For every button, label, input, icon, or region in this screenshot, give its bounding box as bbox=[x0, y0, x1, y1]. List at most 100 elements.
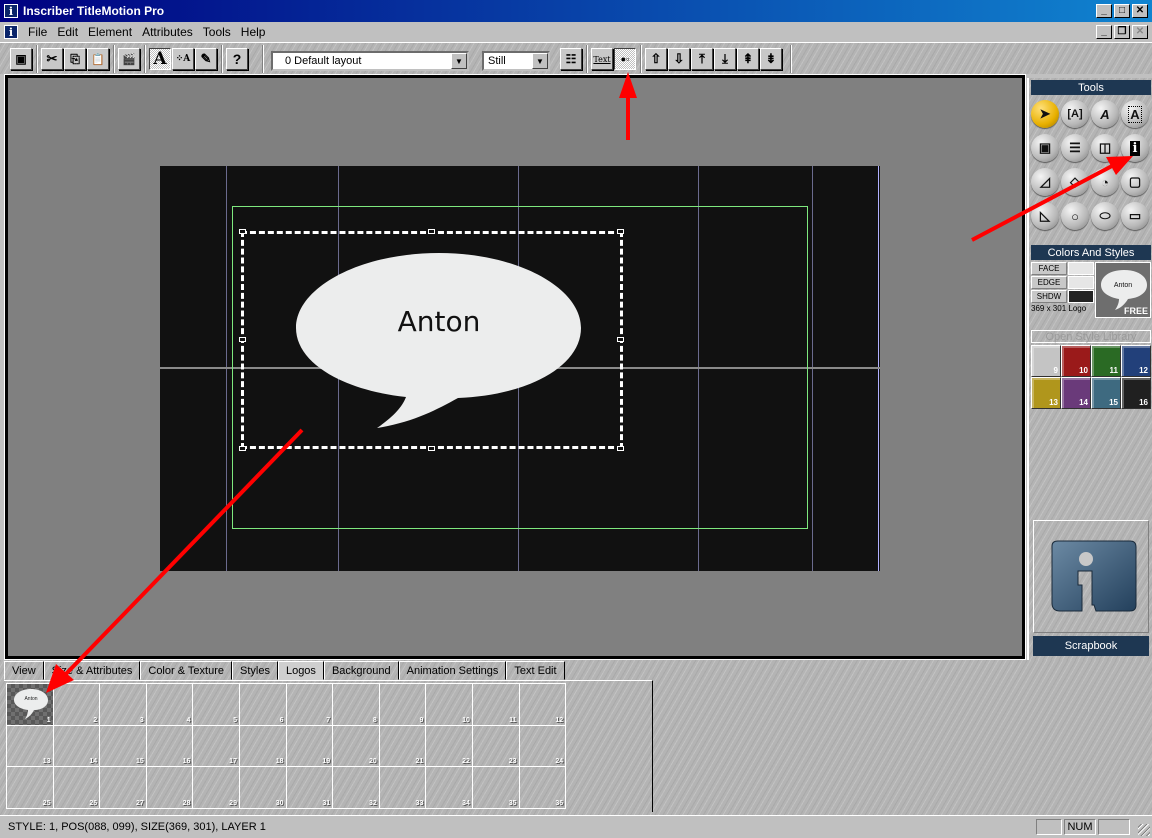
shape-mode-button[interactable]: ●▫ bbox=[614, 48, 636, 70]
tool-polygon[interactable]: ◇ bbox=[1061, 168, 1089, 196]
logo-slot[interactable]: 2 bbox=[53, 684, 101, 726]
edge-color-swatch[interactable] bbox=[1068, 276, 1094, 289]
tool-quarter-shape[interactable]: ◺ bbox=[1031, 202, 1059, 230]
menu-edit[interactable]: Edit bbox=[52, 25, 83, 39]
style-swatch[interactable]: 15 bbox=[1091, 377, 1121, 409]
style-swatch[interactable]: 13 bbox=[1031, 377, 1061, 409]
logo-slot[interactable]: 26 bbox=[53, 767, 101, 809]
logo-slot[interactable]: 4 bbox=[146, 684, 194, 726]
tool-select[interactable]: ➤ bbox=[1031, 100, 1059, 128]
logo-slot[interactable]: 30 bbox=[239, 767, 287, 809]
tool-pie[interactable]: ◔ bbox=[1091, 168, 1119, 196]
brush-button[interactable]: ✎ bbox=[195, 48, 217, 70]
edge-label[interactable]: EDGE bbox=[1031, 276, 1067, 289]
minimize-button[interactable]: _ bbox=[1096, 4, 1112, 18]
face-label[interactable]: FACE bbox=[1031, 262, 1067, 275]
logo-slot[interactable]: 23 bbox=[472, 725, 520, 767]
resize-handle[interactable] bbox=[617, 337, 624, 342]
logo-slot[interactable]: 12 bbox=[519, 684, 567, 726]
canvas-stage[interactable]: Anton bbox=[160, 166, 880, 571]
logo-slot[interactable]: Anton 1 bbox=[7, 684, 54, 726]
logo-slot[interactable]: 32 bbox=[333, 767, 380, 809]
save-button[interactable]: ▣ bbox=[10, 48, 32, 70]
style-preview[interactable]: Anton FREE bbox=[1095, 262, 1151, 318]
cut-button[interactable]: ✂ bbox=[41, 48, 63, 70]
logo-slot[interactable]: 10 bbox=[426, 684, 473, 726]
menu-help[interactable]: Help bbox=[236, 25, 271, 39]
help-button[interactable]: ? bbox=[226, 48, 248, 70]
resize-handle[interactable] bbox=[239, 446, 246, 451]
logo-slot[interactable]: 8 bbox=[333, 684, 380, 726]
tool-text-on-path[interactable]: A bbox=[1091, 100, 1119, 128]
logo-slot[interactable]: 31 bbox=[286, 767, 334, 809]
style-swatch[interactable]: 11 bbox=[1091, 345, 1121, 377]
menu-tools[interactable]: Tools bbox=[198, 25, 236, 39]
text-path-button[interactable]: ⁘A bbox=[172, 48, 194, 70]
resize-handle[interactable] bbox=[239, 337, 246, 342]
resize-grip[interactable] bbox=[1138, 824, 1150, 836]
logo-slot[interactable]: 25 bbox=[7, 767, 54, 809]
close-button[interactable]: ✕ bbox=[1132, 4, 1148, 18]
tab-text-edit[interactable]: Text Edit bbox=[506, 661, 565, 680]
maximize-button[interactable]: □ bbox=[1114, 4, 1130, 18]
copy-button[interactable]: ⎘ bbox=[64, 48, 86, 70]
mdi-restore-button[interactable]: ❐ bbox=[1114, 25, 1130, 39]
logo-slot[interactable]: 22 bbox=[426, 725, 473, 767]
tab-color-texture[interactable]: Color & Texture bbox=[140, 661, 232, 680]
chevron-down-icon[interactable]: ▼ bbox=[451, 53, 467, 69]
logo-slot[interactable]: 7 bbox=[286, 684, 334, 726]
logo-slot[interactable]: 27 bbox=[100, 767, 147, 809]
tab-background[interactable]: Background bbox=[323, 661, 399, 680]
logo-slot[interactable]: 16 bbox=[146, 725, 194, 767]
document-icon[interactable]: i bbox=[4, 25, 18, 39]
tool-rounded-rect[interactable]: ▭ bbox=[1121, 202, 1149, 230]
mdi-close-button[interactable]: ✕ bbox=[1132, 25, 1148, 39]
tool-rectangle[interactable]: ▢ bbox=[1121, 168, 1149, 196]
tool-triangle[interactable]: ◿ bbox=[1031, 168, 1059, 196]
tool-vertical-bars[interactable]: ◫ bbox=[1091, 134, 1119, 162]
style-swatch[interactable]: 14 bbox=[1061, 377, 1091, 409]
logo-slot[interactable]: 21 bbox=[379, 725, 427, 767]
style-swatch[interactable]: 10 bbox=[1061, 345, 1091, 377]
logo-slot[interactable]: 13 bbox=[7, 725, 54, 767]
logo-slot[interactable]: 3 bbox=[100, 684, 147, 726]
open-style-library-button[interactable]: Open Style Library bbox=[1031, 330, 1151, 343]
layout-select[interactable]: 0 Default layout ▼ bbox=[271, 51, 469, 71]
scrapbook[interactable]: Scrapbook bbox=[1033, 520, 1149, 656]
logo-slot[interactable]: 34 bbox=[426, 767, 473, 809]
logo-slot[interactable]: 33 bbox=[379, 767, 427, 809]
mode-select[interactable]: Still ▼ bbox=[482, 51, 550, 71]
logo-slot[interactable]: 28 bbox=[146, 767, 194, 809]
tool-logo[interactable]: i bbox=[1121, 134, 1149, 162]
mdi-minimize-button[interactable]: _ bbox=[1096, 25, 1112, 39]
logo-slot[interactable]: 35 bbox=[472, 767, 520, 809]
tool-safe-frame[interactable]: ▣ bbox=[1031, 134, 1059, 162]
style-swatch[interactable]: 12 bbox=[1121, 345, 1151, 377]
logo-slot[interactable]: 18 bbox=[239, 725, 287, 767]
properties-button[interactable]: ☷ bbox=[560, 48, 582, 70]
logo-slot[interactable]: 20 bbox=[333, 725, 380, 767]
tool-horizontal-bars[interactable]: ☰ bbox=[1061, 134, 1089, 162]
logo-slot[interactable]: 14 bbox=[53, 725, 101, 767]
tab-logos[interactable]: Logos bbox=[277, 661, 324, 680]
logo-slot[interactable]: 11 bbox=[472, 684, 520, 726]
logo-slot[interactable]: 6 bbox=[239, 684, 287, 726]
layer-down-button[interactable]: ⇟ bbox=[760, 48, 782, 70]
tab-animation-settings[interactable]: Animation Settings bbox=[398, 661, 507, 680]
shadow-label[interactable]: SHDW bbox=[1031, 290, 1067, 303]
logo-slot[interactable]: 15 bbox=[100, 725, 147, 767]
tool-ellipse[interactable]: ⬭ bbox=[1091, 202, 1119, 230]
tool-circle[interactable]: ○ bbox=[1061, 202, 1089, 230]
bring-to-front-button[interactable]: ⤒ bbox=[691, 48, 713, 70]
menu-file[interactable]: File bbox=[23, 25, 52, 39]
menu-element[interactable]: Element bbox=[83, 25, 137, 39]
style-swatch[interactable]: 9 bbox=[1031, 345, 1061, 377]
face-color-swatch[interactable] bbox=[1068, 262, 1094, 275]
tool-text-box[interactable]: [A] bbox=[1061, 100, 1089, 128]
tab-view[interactable]: View bbox=[4, 661, 44, 680]
text-mode-button[interactable]: Text bbox=[591, 48, 613, 70]
logo-slot[interactable]: 9 bbox=[379, 684, 427, 726]
layer-up-button[interactable]: ⇞ bbox=[737, 48, 759, 70]
resize-handle[interactable] bbox=[617, 446, 624, 451]
resize-handle[interactable] bbox=[617, 229, 624, 234]
